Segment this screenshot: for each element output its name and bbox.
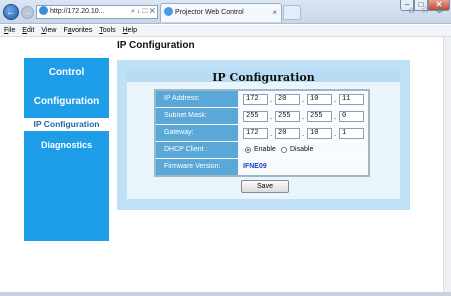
page-title: IP Configuration [117,40,195,51]
save-button[interactable]: Save [241,180,289,193]
mask-dot: . [302,112,305,121]
menu-edit[interactable]: Edit [22,27,34,34]
ip-dot: . [302,95,305,104]
mask-dot: . [270,112,273,121]
sidebar-item-control[interactable]: Control [24,67,109,78]
ip-octet-3[interactable]: 10 [307,94,332,105]
gw-octet-3[interactable]: 10 [307,128,332,139]
dhcp-disable-radio[interactable] [281,147,287,153]
address-controls[interactable]: ⌕ ↓ ⬚ ✕ [131,6,155,18]
forward-button[interactable]: → [21,6,34,19]
gw-octet-2[interactable]: 20 [275,128,300,139]
favorites-star-icon[interactable]: ☆ [420,5,431,16]
ip-address-value: 172 . 20 . 10 . 11 [239,91,368,107]
dhcp-disable-label: Disable [290,146,314,153]
mask-dot: . [334,112,337,121]
settings-gear-icon[interactable]: ⚙ [434,5,445,16]
firmware-row: Firmware Version: IFNE09 [156,159,368,176]
ip-octet-2[interactable]: 20 [275,94,300,105]
sidebar-nav: Control Configuration IP Configuration D… [24,58,109,241]
dhcp-enable-radio[interactable] [245,147,251,153]
subnet-mask-value: 255 . 255 . 255 . 0 [239,108,368,124]
menu-favorites[interactable]: Favorites [63,27,92,34]
menu-view[interactable]: View [41,27,56,34]
dhcp-enable-label: Enable [254,146,276,153]
menu-bar: File Edit View Favorites Tools Help [0,25,451,37]
gateway-label: Gateway: [156,125,238,141]
ip-octet-4[interactable]: 11 [339,94,364,105]
mask-octet-1[interactable]: 255 [243,111,268,122]
mask-octet-2[interactable]: 255 [275,111,300,122]
ip-address-row: IP Address: 172 . 20 . 10 . 11 [156,91,368,108]
firmware-label: Firmware Version: [156,159,238,175]
ie-page-icon [39,6,48,15]
dhcp-row: DHCP Client : Enable Disable [156,142,368,159]
back-button[interactable]: ← [3,4,19,20]
tab-projector-web-control[interactable]: Projector Web Control × [160,3,282,22]
firmware-value: IFNE09 [239,159,368,175]
home-icon[interactable]: ⌂ [406,5,417,16]
gw-octet-1[interactable]: 172 [243,128,268,139]
ip-address-label: IP Address: [156,91,238,107]
ip-dot: . [334,95,337,104]
menu-tools[interactable]: Tools [99,27,115,34]
sidebar-item-diagnostics[interactable]: Diagnostics [24,140,109,150]
mask-octet-4[interactable]: 0 [339,111,364,122]
firmware-version: IFNE09 [243,163,267,170]
taskbar-strip [0,292,451,296]
gw-dot: . [302,129,305,138]
address-text: http://172.20.10... [50,8,105,15]
gateway-row: Gateway: 172 . 20 . 10 . 1 [156,125,368,142]
vertical-scrollbar[interactable] [443,37,451,296]
gw-octet-4[interactable]: 1 [339,128,364,139]
menu-file[interactable]: File [4,27,15,34]
dhcp-value: Enable Disable [239,142,368,158]
sidebar-item-configuration[interactable]: Configuration [24,96,109,107]
tab-close-icon[interactable]: × [272,4,277,21]
dhcp-label: DHCP Client : [156,142,238,158]
menu-help[interactable]: Help [123,27,137,34]
address-bar[interactable]: http://172.20.10... ⌕ ↓ ⬚ ✕ [36,5,158,19]
ie-tab-icon [164,7,173,16]
subnet-mask-label: Subnet Mask: [156,108,238,124]
panel-title: IP Configuration [212,71,315,84]
mask-octet-3[interactable]: 255 [307,111,332,122]
ip-config-form: IP Address: 172 . 20 . 10 . 11 Subnet Ma… [154,89,370,177]
sidebar-item-ip-configuration[interactable]: IP Configuration [24,118,109,131]
tab-title: Projector Web Control [175,9,244,16]
gateway-value: 172 . 20 . 10 . 1 [239,125,368,141]
subnet-mask-row: Subnet Mask: 255 . 255 . 255 . 0 [156,108,368,125]
ip-dot: . [270,95,273,104]
ip-octet-1[interactable]: 172 [243,94,268,105]
new-tab-button[interactable] [283,5,301,20]
gw-dot: . [334,129,337,138]
browser-titlebar: – □ ✕ ← → http://172.20.10... ⌕ ↓ ⬚ ✕ Pr… [0,0,451,24]
gw-dot: . [270,129,273,138]
